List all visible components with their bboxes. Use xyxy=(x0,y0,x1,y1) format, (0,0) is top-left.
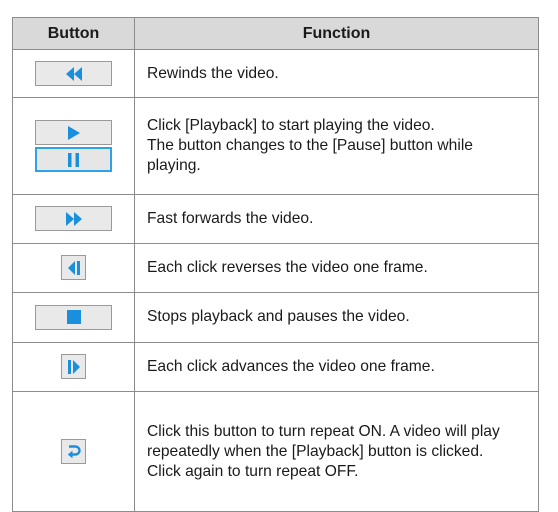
table-row: Stops playback and pauses the video. xyxy=(12,292,539,343)
function-cell: Click this button to turn repeat ON. A v… xyxy=(134,391,539,512)
description-line: Fast forwards the video. xyxy=(147,209,314,227)
function-column-header: Function xyxy=(134,17,539,50)
table-row: Fast forwards the video. xyxy=(12,194,539,244)
description-line: Stops playback and pauses the video. xyxy=(147,308,410,326)
header-row: Button Function xyxy=(12,17,539,50)
function-cell: Each click advances the video one frame. xyxy=(134,341,539,393)
button-cell xyxy=(12,97,135,196)
table-row: Click [Playback] to start playing the vi… xyxy=(12,97,539,196)
step-back-button[interactable] xyxy=(61,255,86,281)
rewind-icon xyxy=(65,66,82,81)
stop-button[interactable] xyxy=(35,304,112,330)
table-row: Click this button to turn repeat ON. A v… xyxy=(12,391,539,512)
description-line: Rewinds the video. xyxy=(147,64,279,82)
table-row: Rewinds the video. xyxy=(12,48,539,99)
description-line: Each click advances the video one frame. xyxy=(147,357,435,375)
button-function-table: Button Function Rewinds the video. Click… xyxy=(12,17,539,512)
button-column-header: Button xyxy=(12,17,135,50)
button-cell xyxy=(12,341,135,393)
description-line: Click this button to turn repeat ON. A v… xyxy=(147,422,500,460)
repeat-button[interactable] xyxy=(61,439,86,465)
function-cell: Stops playback and pauses the video. xyxy=(134,292,539,343)
repeat-icon xyxy=(67,445,81,459)
button-cell xyxy=(12,242,135,294)
function-cell: Fast forwards the video. xyxy=(134,194,539,244)
function-cell: Rewinds the video. xyxy=(134,48,539,99)
pause-button[interactable] xyxy=(35,147,112,173)
description-line: Each click reverses the video one frame. xyxy=(147,258,428,276)
button-cell xyxy=(12,391,135,512)
function-cell: Each click reverses the video one frame. xyxy=(134,242,539,294)
function-cell: Click [Playback] to start playing the vi… xyxy=(134,97,539,196)
playback-button[interactable] xyxy=(35,120,112,146)
stop-icon xyxy=(66,310,81,325)
fast-forward-button[interactable] xyxy=(35,206,112,232)
play-icon xyxy=(67,125,80,140)
description-line: Click [Playback] to start playing the vi… xyxy=(147,117,435,135)
step-forward-button[interactable] xyxy=(61,354,86,380)
step-back-icon xyxy=(67,260,80,275)
button-cell xyxy=(12,194,135,244)
fast-forward-icon xyxy=(65,211,82,226)
description-line: Click again to turn repeat OFF. xyxy=(147,462,359,480)
button-cell xyxy=(12,48,135,99)
button-cell xyxy=(12,292,135,343)
table-row: Each click advances the video one frame. xyxy=(12,341,539,393)
table-row: Each click reverses the video one frame. xyxy=(12,242,539,294)
step-forward-icon xyxy=(67,359,80,374)
pause-icon xyxy=(68,152,79,167)
rewind-button[interactable] xyxy=(35,61,112,87)
description-line: The button changes to the [Pause] button… xyxy=(147,137,473,175)
